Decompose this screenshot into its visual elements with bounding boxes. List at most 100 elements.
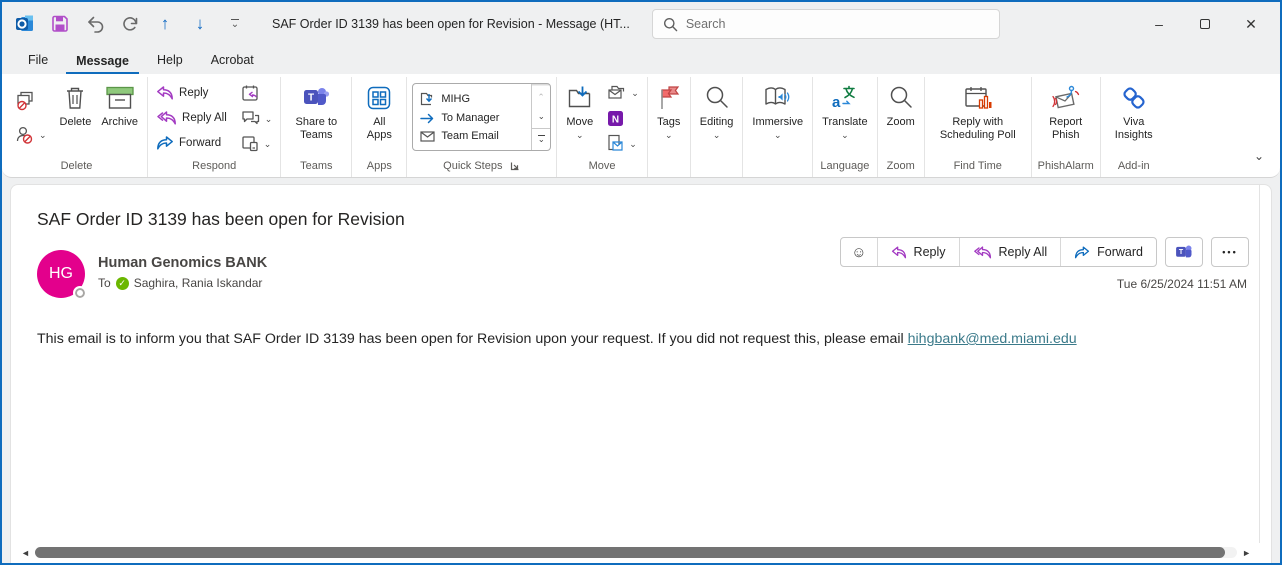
quick-steps-scroll: ⌄ ⌄ ⌄ xyxy=(531,84,551,150)
redo-icon[interactable] xyxy=(119,13,141,35)
meeting-reply-button[interactable] xyxy=(238,81,262,104)
editing-button[interactable]: Editing ⌄ xyxy=(696,79,738,157)
tab-message[interactable]: Message xyxy=(66,50,139,74)
search-icon xyxy=(663,17,678,32)
qat-overflow-icon[interactable]: ⌄ xyxy=(224,13,246,35)
svg-text:T: T xyxy=(308,93,314,104)
header-forward-button[interactable]: Forward xyxy=(1060,238,1156,266)
group-label-editing xyxy=(696,157,738,177)
undo-icon[interactable] xyxy=(84,13,106,35)
all-apps-button[interactable]: All Apps xyxy=(357,79,401,157)
sender-name[interactable]: Human Genomics BANK xyxy=(98,255,267,271)
translate-icon: a xyxy=(831,82,859,114)
tab-help[interactable]: Help xyxy=(147,49,193,74)
quick-steps-scroll-down[interactable]: ⌄ xyxy=(532,106,551,129)
group-label-delete: Delete xyxy=(60,160,93,172)
archive-icon xyxy=(105,82,135,114)
chat-icon xyxy=(242,111,259,125)
dialog-launcher-icon[interactable] xyxy=(510,161,520,171)
collapse-ribbon-icon[interactable]: ⌄ xyxy=(1254,149,1264,163)
ellipsis-icon: ••• xyxy=(1222,247,1238,257)
search-box[interactable] xyxy=(651,9,1000,39)
ribbon-group-respond: Reply Reply All Forward ⌄ ⌄ Respond xyxy=(148,77,282,177)
header-reply-button[interactable]: Reply xyxy=(876,238,959,266)
onenote-button[interactable]: N xyxy=(604,107,627,130)
scroll-right-icon[interactable]: ► xyxy=(1242,548,1251,558)
translate-button[interactable]: a Translate ⌄ xyxy=(818,79,871,157)
quick-steps-scroll-up[interactable]: ⌄ xyxy=(532,84,551,107)
move-folder-icon xyxy=(567,82,593,114)
quick-step-team-email[interactable]: Team Email xyxy=(420,130,523,142)
rules-button[interactable]: ⌄ xyxy=(604,81,642,104)
recipient-name[interactable]: Saghira, Rania Iskandar xyxy=(134,276,263,290)
reactions-button[interactable]: ☺ xyxy=(841,238,876,266)
envelope-icon xyxy=(420,130,435,142)
maximize-button[interactable] xyxy=(1182,8,1228,40)
recipient-row: To ✓ Saghira, Rania Iskandar xyxy=(98,276,267,290)
ribbon-group-immersive: Immersive ⌄ xyxy=(743,77,814,177)
move-button[interactable]: Move ⌄ xyxy=(562,79,597,157)
editing-magnifier-icon xyxy=(704,82,730,114)
quick-steps-more[interactable]: ⌄ xyxy=(532,129,550,150)
ribbon-group-editing: Editing ⌄ xyxy=(691,77,744,177)
respond-button-group: ☺ Reply Reply All Forward xyxy=(840,237,1157,267)
move-down-icon[interactable]: ↓ xyxy=(189,13,211,35)
immersive-button[interactable]: Immersive ⌄ xyxy=(748,79,807,157)
save-icon[interactable] xyxy=(49,13,71,35)
quick-step-to-manager[interactable]: To Manager xyxy=(420,112,523,124)
share-to-device-button[interactable]: ⌄ xyxy=(238,132,275,155)
ribbon-group-find-time: Reply with Scheduling Poll Find Time xyxy=(925,77,1032,177)
header-reply-all-button[interactable]: Reply All xyxy=(958,238,1061,266)
ignore-button[interactable] xyxy=(11,90,39,113)
close-button[interactable]: ✕ xyxy=(1228,8,1274,40)
ribbon-group-apps: All Apps Apps xyxy=(352,77,408,177)
ribbon-group-language: a Translate ⌄ Language xyxy=(813,77,878,177)
block-sender-button[interactable]: ⌄ xyxy=(11,123,50,146)
quick-step-mihg[interactable]: MIHG xyxy=(420,92,523,106)
share-to-teams-button[interactable]: T Share to Teams xyxy=(286,79,346,157)
group-label-tags xyxy=(653,157,685,177)
ribbon-group-phishalarm: Report Phish PhishAlarm xyxy=(1032,77,1101,177)
ribbon-group-tags: Tags ⌄ xyxy=(648,77,691,177)
report-phish-button[interactable]: Report Phish xyxy=(1037,79,1095,157)
zoom-magnifier-icon xyxy=(888,82,914,114)
scrollbar-thumb[interactable] xyxy=(34,547,1226,558)
vertical-scrollbar-gutter xyxy=(1259,185,1260,543)
sender-avatar[interactable]: HG xyxy=(37,250,87,300)
window-title: SAF Order ID 3139 has been open for Revi… xyxy=(272,17,630,31)
tab-acrobat[interactable]: Acrobat xyxy=(201,49,264,74)
forward-button[interactable]: Forward xyxy=(153,132,224,155)
viva-insights-button[interactable]: Viva Insights xyxy=(1106,79,1162,157)
more-actions-button[interactable]: ••• xyxy=(1211,237,1249,267)
ribbon-group-quick-steps: MIHG To Manager Team Email ⌄ ⌄ ⌄ Quick S… xyxy=(407,77,558,177)
delete-button[interactable]: Delete xyxy=(56,79,96,157)
reading-pane: SAF Order ID 3139 has been open for Revi… xyxy=(10,184,1272,563)
horizontal-scrollbar[interactable]: ◄ ► xyxy=(21,546,1251,559)
group-label-apps: Apps xyxy=(366,160,392,172)
ribbon-group-zoom: Zoom Zoom xyxy=(878,77,925,177)
ribbon: ⌄ Delete Archive Delete Reply Reply All … xyxy=(2,74,1280,178)
ribbon-tabs: File Message Help Acrobat xyxy=(2,46,1280,74)
move-up-icon[interactable]: ↑ xyxy=(154,13,176,35)
group-label-language: Language xyxy=(820,160,870,172)
presence-badge xyxy=(73,286,87,300)
reply-button[interactable]: Reply xyxy=(153,81,211,104)
scrollbar-track[interactable] xyxy=(34,547,1238,558)
scheduling-poll-button[interactable]: Reply with Scheduling Poll xyxy=(930,79,1026,157)
ribbon-group-teams: T Share to Teams Teams xyxy=(281,77,353,177)
archive-button[interactable]: Archive xyxy=(97,79,142,157)
share-teams-header-button[interactable]: T xyxy=(1165,237,1203,267)
zoom-button[interactable]: Zoom xyxy=(883,79,919,157)
search-input[interactable] xyxy=(685,17,989,31)
scroll-left-icon[interactable]: ◄ xyxy=(21,548,30,558)
reply-all-button[interactable]: Reply All xyxy=(153,107,230,130)
group-label-phishalarm: PhishAlarm xyxy=(1037,160,1094,172)
rules-icon xyxy=(608,86,625,99)
group-label-addin: Add-in xyxy=(1117,160,1150,172)
im-button[interactable]: ⌄ xyxy=(238,107,276,130)
email-link[interactable]: hihgbank@med.miami.edu xyxy=(908,331,1077,347)
minimize-button[interactable]: – xyxy=(1136,8,1182,40)
tags-button[interactable]: Tags ⌄ xyxy=(653,79,685,157)
tab-file[interactable]: File xyxy=(18,49,58,74)
more-move-actions-button[interactable]: ⌄ xyxy=(604,132,640,155)
